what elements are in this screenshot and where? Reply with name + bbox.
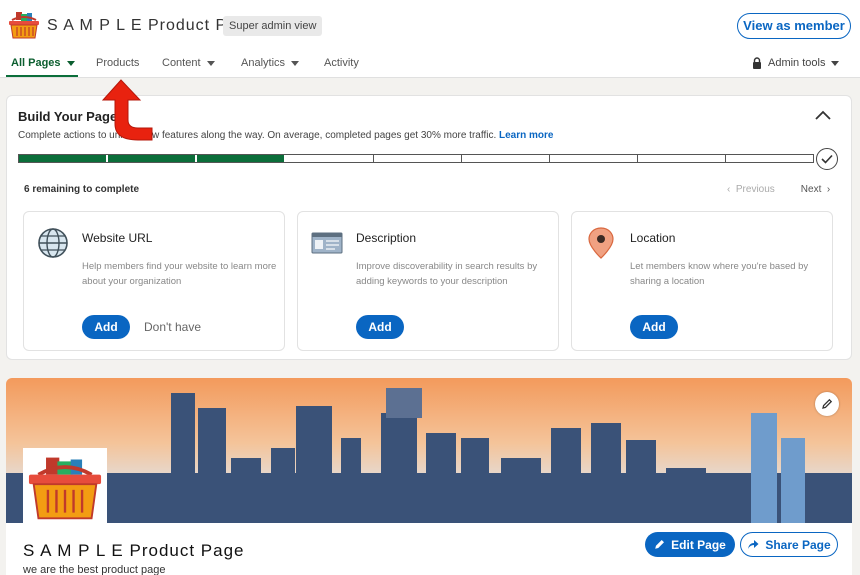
progress-segment-complete [19, 155, 108, 162]
admin-tools-menu[interactable]: Admin tools [752, 57, 840, 69]
chevron-up-icon[interactable] [813, 108, 833, 122]
tab-label: Products [96, 57, 140, 69]
add-location-button[interactable]: Add [630, 315, 678, 339]
tab-label: Activity [324, 57, 359, 69]
red-arrow-annotation [102, 79, 153, 141]
share-arrow-icon [748, 540, 759, 549]
active-tab-indicator [6, 75, 78, 77]
task-title: Location [630, 231, 676, 245]
progress-bar [18, 154, 814, 163]
tab-label: Analytics [241, 57, 286, 69]
globe-icon [38, 228, 68, 258]
progress-segment-incomplete [726, 155, 813, 162]
progress-segment-incomplete [286, 155, 374, 162]
task-card-location: Location Let members know where you're b… [571, 211, 833, 351]
tab-activity[interactable]: Activity [324, 57, 359, 69]
description-icon [311, 232, 343, 254]
dont-have-link[interactable]: Don't have [144, 320, 201, 334]
share-page-button[interactable]: Share Page [740, 532, 838, 557]
learn-more-link[interactable]: Learn more [499, 130, 553, 141]
task-title: Description [356, 231, 417, 245]
edit-page-button[interactable]: Edit Page [645, 532, 735, 557]
progress-segment-incomplete [462, 155, 550, 162]
next-label: Next [800, 184, 822, 195]
chevron-down-icon [291, 60, 300, 66]
chevron-down-icon [206, 60, 215, 66]
company-name: S A M P L E Product Page [23, 541, 245, 560]
progress-segment-incomplete [638, 155, 726, 162]
task-description: Help members find your website to learn … [82, 261, 277, 287]
tab-analytics[interactable]: Analytics [241, 57, 300, 69]
progress-segment-incomplete [374, 155, 462, 162]
previous-button[interactable]: ‹ Previous [727, 184, 775, 195]
card-subtitle: Complete actions to unlock new features … [18, 130, 553, 141]
basket-logo-icon[interactable] [8, 10, 40, 40]
tab-label: All Pages [11, 57, 61, 69]
top-bar: S A M P L E Product Page Super admin vie… [0, 0, 860, 78]
progress-segment-complete [197, 155, 286, 162]
task-description: Let members know where you're based by s… [630, 261, 809, 287]
super-admin-badge: Super admin view [223, 16, 323, 36]
add-description-button[interactable]: Add [356, 315, 404, 339]
pencil-icon [655, 540, 665, 549]
company-logo[interactable] [23, 448, 107, 526]
card-subtitle-text: Complete actions to unlock new features … [18, 130, 497, 141]
pencil-icon [822, 398, 833, 409]
page-nav: All Pages Products Content Analytics Act… [0, 50, 860, 78]
add-website-button[interactable]: Add [82, 315, 130, 339]
progress-segment-incomplete [550, 155, 638, 162]
chevron-down-icon [66, 60, 75, 66]
share-page-label: Share Page [765, 537, 831, 552]
progress-segment-complete [108, 155, 197, 162]
admin-tools-label: Admin tools [768, 57, 826, 69]
edit-page-label: Edit Page [671, 537, 726, 552]
tab-content[interactable]: Content [162, 57, 215, 69]
task-card-website: Website URL Help members find your websi… [23, 211, 285, 351]
cover-image[interactable] [6, 378, 852, 523]
task-card-description: Description Improve discoverability in s… [297, 211, 559, 351]
location-pin-icon [588, 227, 614, 259]
tab-label: Content [162, 57, 201, 69]
pager: ‹ Previous Next › [727, 184, 830, 195]
lock-icon [753, 57, 761, 69]
chevron-down-icon [831, 60, 840, 66]
task-title: Website URL [82, 231, 153, 245]
tab-all-pages[interactable]: All Pages [11, 57, 75, 69]
remaining-count: 6 remaining to complete [24, 184, 140, 195]
view-as-member-button[interactable]: View as member [737, 13, 851, 39]
next-button[interactable]: Next › [801, 184, 830, 195]
checkmark-circle-icon [816, 148, 838, 170]
previous-label: Previous [735, 184, 775, 195]
task-description: Improve discoverability in search result… [356, 261, 538, 287]
company-tagline: we are the best product page [23, 564, 166, 575]
edit-cover-button[interactable] [815, 392, 839, 416]
tab-products[interactable]: Products [96, 57, 139, 69]
